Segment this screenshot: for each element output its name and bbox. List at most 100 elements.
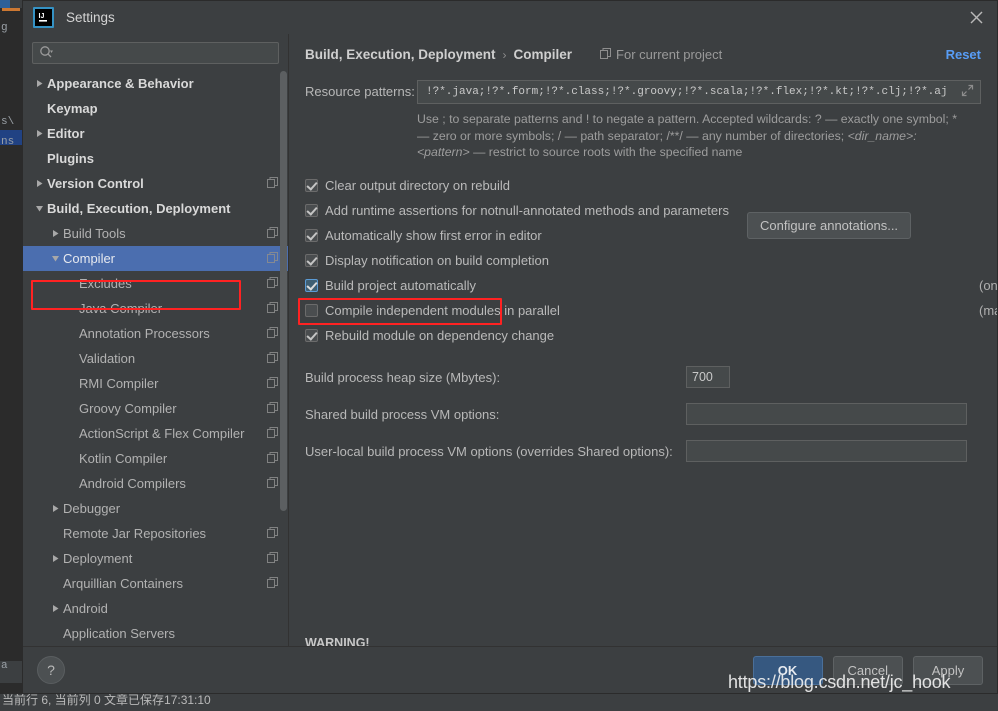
reset-link[interactable]: Reset: [946, 47, 981, 62]
project-scope-icon: [267, 276, 278, 291]
sidebar-item-label: Remote Jar Repositories: [63, 526, 207, 541]
checkbox-compile-independent-modules-in-parallel[interactable]: [305, 303, 318, 317]
expand-icon[interactable]: [961, 84, 974, 100]
sidebar-item-validation[interactable]: Validation: [23, 346, 288, 371]
hint-line-2c: —: [469, 145, 486, 159]
userlocal-vm-options-input[interactable]: [686, 440, 967, 462]
checkbox-side-note: (may require larger heap size): [979, 302, 997, 318]
breadcrumb-root[interactable]: Build, Execution, Deployment: [305, 47, 496, 62]
sidebar-item-debugger[interactable]: Debugger: [23, 496, 288, 521]
sidebar-item-excludes[interactable]: Excludes: [23, 271, 288, 296]
sidebar-item-kotlin-compiler[interactable]: Kotlin Compiler: [23, 446, 288, 471]
checkbox-display-notification-on-build-completion[interactable]: [305, 253, 318, 267]
resource-patterns-input[interactable]: [424, 85, 957, 99]
checkbox-label[interactable]: Display notification on build completion: [325, 253, 549, 268]
sidebar-scrollbar-track[interactable]: [279, 71, 288, 646]
project-scope-icon: [267, 251, 278, 266]
sidebar-item-label: Arquillian Containers: [63, 576, 183, 591]
checkbox-row: Display notification on build completion: [289, 248, 997, 273]
chevron-right-icon[interactable]: [47, 504, 63, 513]
sidebar-item-android[interactable]: Android: [23, 596, 288, 621]
checkbox-label[interactable]: Build project automatically: [325, 278, 476, 293]
sidebar-item-label: Version Control: [47, 176, 144, 191]
sidebar-item-rmi-compiler[interactable]: RMI Compiler: [23, 371, 288, 396]
sidebar-item-compiler[interactable]: Compiler: [23, 246, 288, 271]
help-button[interactable]: ?: [37, 656, 65, 684]
checkbox-label[interactable]: Add runtime assertions for notnull-annot…: [325, 203, 729, 218]
background-tab-indicator: [0, 0, 10, 8]
project-scope-icon: [600, 47, 612, 62]
chevron-right-icon[interactable]: [47, 229, 63, 238]
search-container: [23, 34, 288, 71]
checkbox-label[interactable]: Rebuild module on dependency change: [325, 328, 554, 343]
checkbox-clear-output-directory-on-rebuild[interactable]: [305, 178, 318, 192]
for-current-project-label: For current project: [600, 47, 722, 62]
sidebar-item-keymap[interactable]: Keymap: [23, 96, 288, 121]
settings-detail-pane: Build, Execution, Deployment › Compiler …: [289, 34, 997, 646]
sidebar-item-groovy-compiler[interactable]: Groovy Compiler: [23, 396, 288, 421]
checkbox-rebuild-module-on-dependency-change[interactable]: [305, 328, 318, 342]
sidebar-item-android-compilers[interactable]: Android Compilers: [23, 471, 288, 496]
background-highlight-bar: [2, 8, 20, 11]
sidebar-item-actionscript-flex-compiler[interactable]: ActionScript & Flex Compiler: [23, 421, 288, 446]
sidebar-item-label: Compiler: [63, 251, 116, 266]
project-scope-icon: [267, 426, 278, 441]
sidebar-item-label: Editor: [47, 126, 85, 141]
breadcrumb-separator: ›: [502, 47, 507, 62]
for-current-project-text: For current project: [616, 47, 723, 62]
checkbox-automatically-show-first-error-in-editor[interactable]: [305, 228, 318, 242]
checkbox-label[interactable]: Compile independent modules in parallel: [325, 303, 560, 318]
background-text-fragment: ns: [1, 136, 15, 148]
sidebar-item-label: Android: [63, 601, 108, 616]
chevron-right-icon[interactable]: [47, 554, 63, 563]
chevron-right-icon[interactable]: [31, 179, 47, 188]
sidebar-item-build-tools[interactable]: Build Tools: [23, 221, 288, 246]
chevron-right-icon[interactable]: [47, 604, 63, 613]
sidebar-item-arquillian-containers[interactable]: Arquillian Containers: [23, 571, 288, 596]
search-box[interactable]: [32, 42, 279, 64]
watermark: https://blog.csdn.net/jc_hook: [728, 672, 951, 692]
sidebar-item-build-execution-deployment[interactable]: Build, Execution, Deployment: [23, 196, 288, 221]
checkbox-label[interactable]: Clear output directory on rebuild: [325, 178, 510, 193]
project-scope-icon: [267, 301, 278, 316]
sidebar-item-label: ActionScript & Flex Compiler: [79, 426, 245, 441]
checkbox-row: Rebuild module on dependency change: [289, 323, 997, 348]
checkbox-build-project-automatically[interactable]: [305, 278, 318, 292]
chevron-down-icon[interactable]: [31, 204, 47, 213]
sidebar-item-remote-jar-repositories[interactable]: Remote Jar Repositories: [23, 521, 288, 546]
sidebar-item-java-compiler[interactable]: Java Compiler: [23, 296, 288, 321]
close-icon[interactable]: [963, 6, 989, 30]
resource-patterns-field[interactable]: [417, 80, 981, 104]
search-input[interactable]: [54, 45, 272, 61]
checkbox-label[interactable]: Automatically show first error in editor: [325, 228, 542, 243]
sidebar-item-label: Android Compilers: [79, 476, 186, 491]
sidebar-scrollbar-thumb[interactable]: [280, 71, 287, 511]
project-scope-icon: [267, 476, 278, 491]
sidebar-item-plugins[interactable]: Plugins: [23, 146, 288, 171]
chevron-right-icon[interactable]: [31, 129, 47, 138]
resource-patterns-field-wrap: Use ; to separate patterns and ! to nega…: [417, 80, 981, 161]
warning-block: WARNING! If option 'Clear output directo…: [305, 636, 985, 646]
chevron-down-icon[interactable]: [47, 254, 63, 263]
shared-vm-options-input[interactable]: [686, 403, 967, 425]
sidebar-item-application-servers[interactable]: Application Servers: [23, 621, 288, 646]
sidebar-item-editor[interactable]: Editor: [23, 121, 288, 146]
settings-tree[interactable]: Appearance & Behavior Keymap Editor Plugins…: [23, 71, 288, 646]
resource-patterns-label: Resource patterns:: [305, 84, 415, 99]
sidebar-item-deployment[interactable]: Deployment: [23, 546, 288, 571]
heap-size-input[interactable]: [686, 366, 730, 388]
project-scope-icon: [267, 526, 278, 541]
sidebar-item-annotation-processors[interactable]: Annotation Processors: [23, 321, 288, 346]
settings-sidebar: Appearance & Behavior Keymap Editor Plugins…: [23, 34, 289, 646]
sidebar-item-appearance-behavior[interactable]: Appearance & Behavior: [23, 71, 288, 96]
dialog-title: Settings: [66, 10, 115, 25]
sidebar-item-version-control[interactable]: Version Control: [23, 171, 288, 196]
configure-annotations-button[interactable]: Configure annotations...: [747, 212, 912, 239]
checkbox-add-runtime-assertions-for-notnull-annotated-methods-and-parameters[interactable]: [305, 203, 318, 217]
background-text-fragment: a: [1, 660, 8, 672]
compiler-options-list: Clear output directory on rebuild Add run…: [289, 173, 997, 348]
chevron-right-icon[interactable]: [31, 79, 47, 88]
sidebar-item-label: Deployment: [63, 551, 133, 566]
project-scope-icon: [267, 576, 278, 591]
shared-vm-options-label: Shared build process VM options:: [305, 406, 500, 422]
